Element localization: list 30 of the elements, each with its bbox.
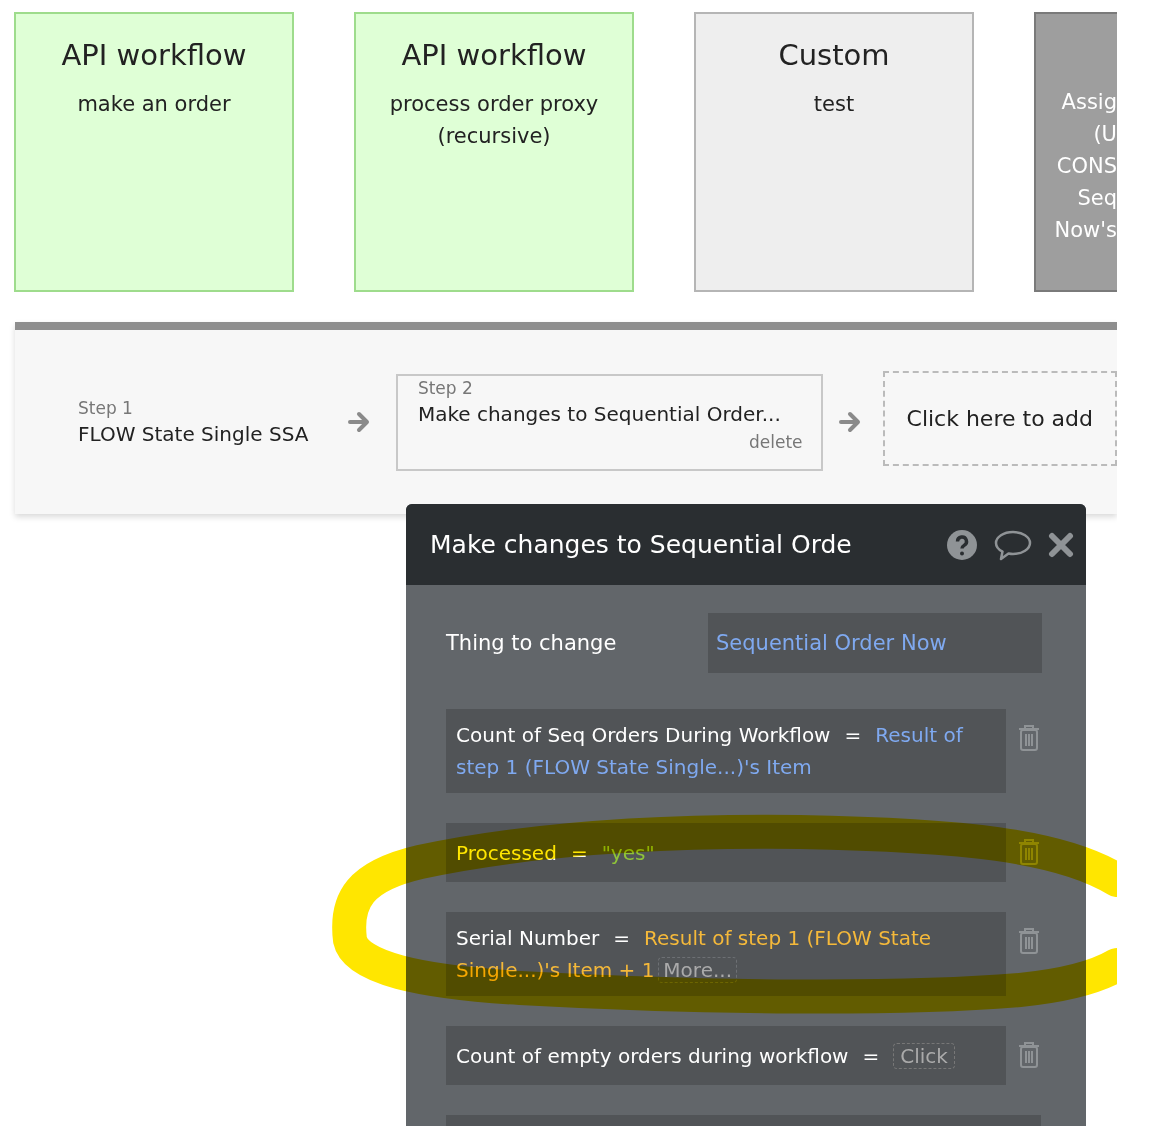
workflow-card[interactable]: API workflow process order proxy (recursive): [354, 12, 634, 292]
card-text: (U: [1092, 121, 1117, 148]
card-text: Assig: [1060, 89, 1117, 116]
card-text: Seq: [1076, 185, 1117, 212]
delete-link[interactable]: delete: [748, 431, 803, 452]
field-assignment: Count of empty orders during workflow = Click: [456, 1039, 955, 1072]
card-subtitle: process order proxy (recursive): [388, 91, 600, 150]
step-name: FLOW State Single SSA: [78, 422, 310, 446]
card-subtitle: make an order: [76, 91, 232, 118]
step-card[interactable]: Step 1 FLOW State Single SSA: [78, 398, 348, 446]
card-title: API workflow: [400, 38, 588, 72]
add-step-button[interactable]: Click here to add: [882, 370, 1117, 466]
field-row[interactable]: Count of Seq Orders During Workflow = Result of step 1 (FLOW State Single...)'s Item: [446, 709, 1006, 793]
card-title: Custom: [777, 38, 891, 72]
panel-title: Make changes to Sequential Orde: [430, 530, 852, 559]
field-label: Thing to change: [446, 631, 618, 655]
field-assignment: Processed = "yes": [456, 839, 655, 867]
step-name: Make changes to Sequential Order...: [417, 401, 782, 426]
field-assignment: Count of Seq Orders During Workflow = Result of step 1 (FLOW State Single...)'s Item: [456, 722, 965, 781]
card-text: Now's: [1053, 217, 1117, 244]
field-row[interactable]: Count of empty orders during workflow = Click: [446, 1026, 1006, 1085]
workflow-card[interactable]: Custom test: [694, 12, 974, 292]
card-text: CONS: [1055, 153, 1117, 180]
step-card[interactable]: Step 2 Make changes to Sequential Order... delete: [395, 373, 823, 471]
field-assignment: Serial Number = Result of step 1 (FLOW State Single...)'s Item + 1 More...: [456, 925, 933, 985]
card-subtitle: test: [812, 91, 856, 118]
card-title: API workflow: [60, 38, 248, 72]
step-label: Step 1: [78, 398, 134, 418]
workflow-card[interactable]: API workflow make an order: [14, 12, 294, 292]
step-label: Step 2: [417, 377, 474, 398]
